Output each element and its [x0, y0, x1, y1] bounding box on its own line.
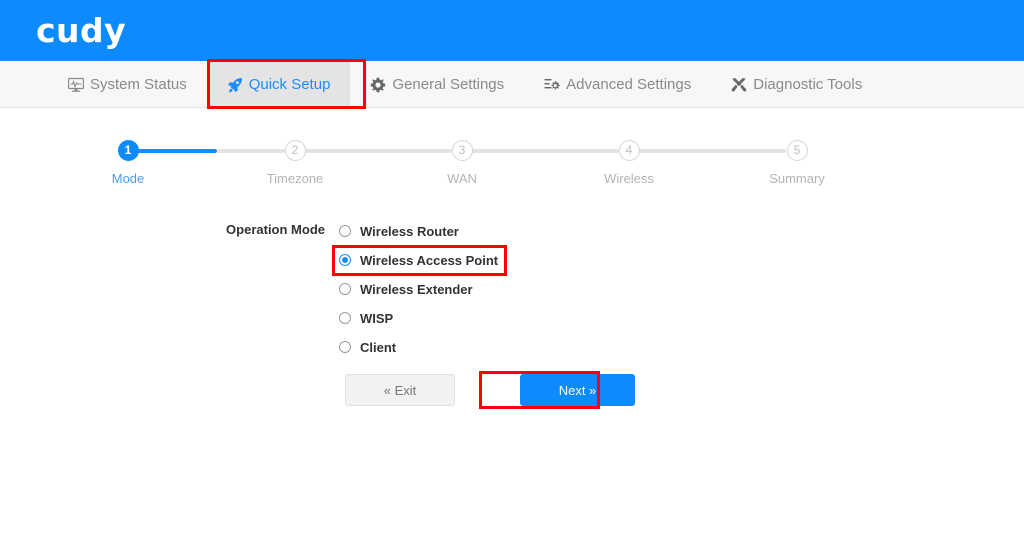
radio-option-wireless-extender[interactable]: Wireless Extender	[339, 279, 498, 299]
radio-circle-icon[interactable]	[339, 283, 351, 295]
next-button[interactable]: Next »	[520, 374, 635, 406]
radio-option-wisp[interactable]: WISP	[339, 308, 498, 328]
radio-label: Wireless Router	[360, 223, 459, 239]
exit-button[interactable]: « Exit	[345, 374, 455, 406]
radio-circle-selected-icon[interactable]	[339, 254, 351, 266]
radio-option-wireless-router[interactable]: Wireless Router	[339, 221, 498, 241]
radio-label: Wireless Access Point	[360, 252, 499, 268]
form-button-row: « Exit Next »	[345, 374, 635, 406]
radio-option-wireless-access-point[interactable]: Wireless Access Point	[339, 250, 498, 270]
radio-label: Client	[360, 339, 397, 355]
operation-mode-radio-group: Wireless Router Wireless Access Point Wi…	[339, 221, 498, 366]
radio-circle-icon[interactable]	[339, 225, 351, 237]
operation-mode-form: Operation Mode Wireless Router Wireless …	[0, 0, 1024, 553]
radio-label: Wireless Extender	[360, 281, 473, 297]
radio-option-client[interactable]: Client	[339, 337, 498, 357]
radio-circle-icon[interactable]	[339, 341, 351, 353]
operation-mode-label: Operation Mode	[226, 222, 325, 237]
radio-circle-icon[interactable]	[339, 312, 351, 324]
radio-label: WISP	[360, 310, 394, 326]
